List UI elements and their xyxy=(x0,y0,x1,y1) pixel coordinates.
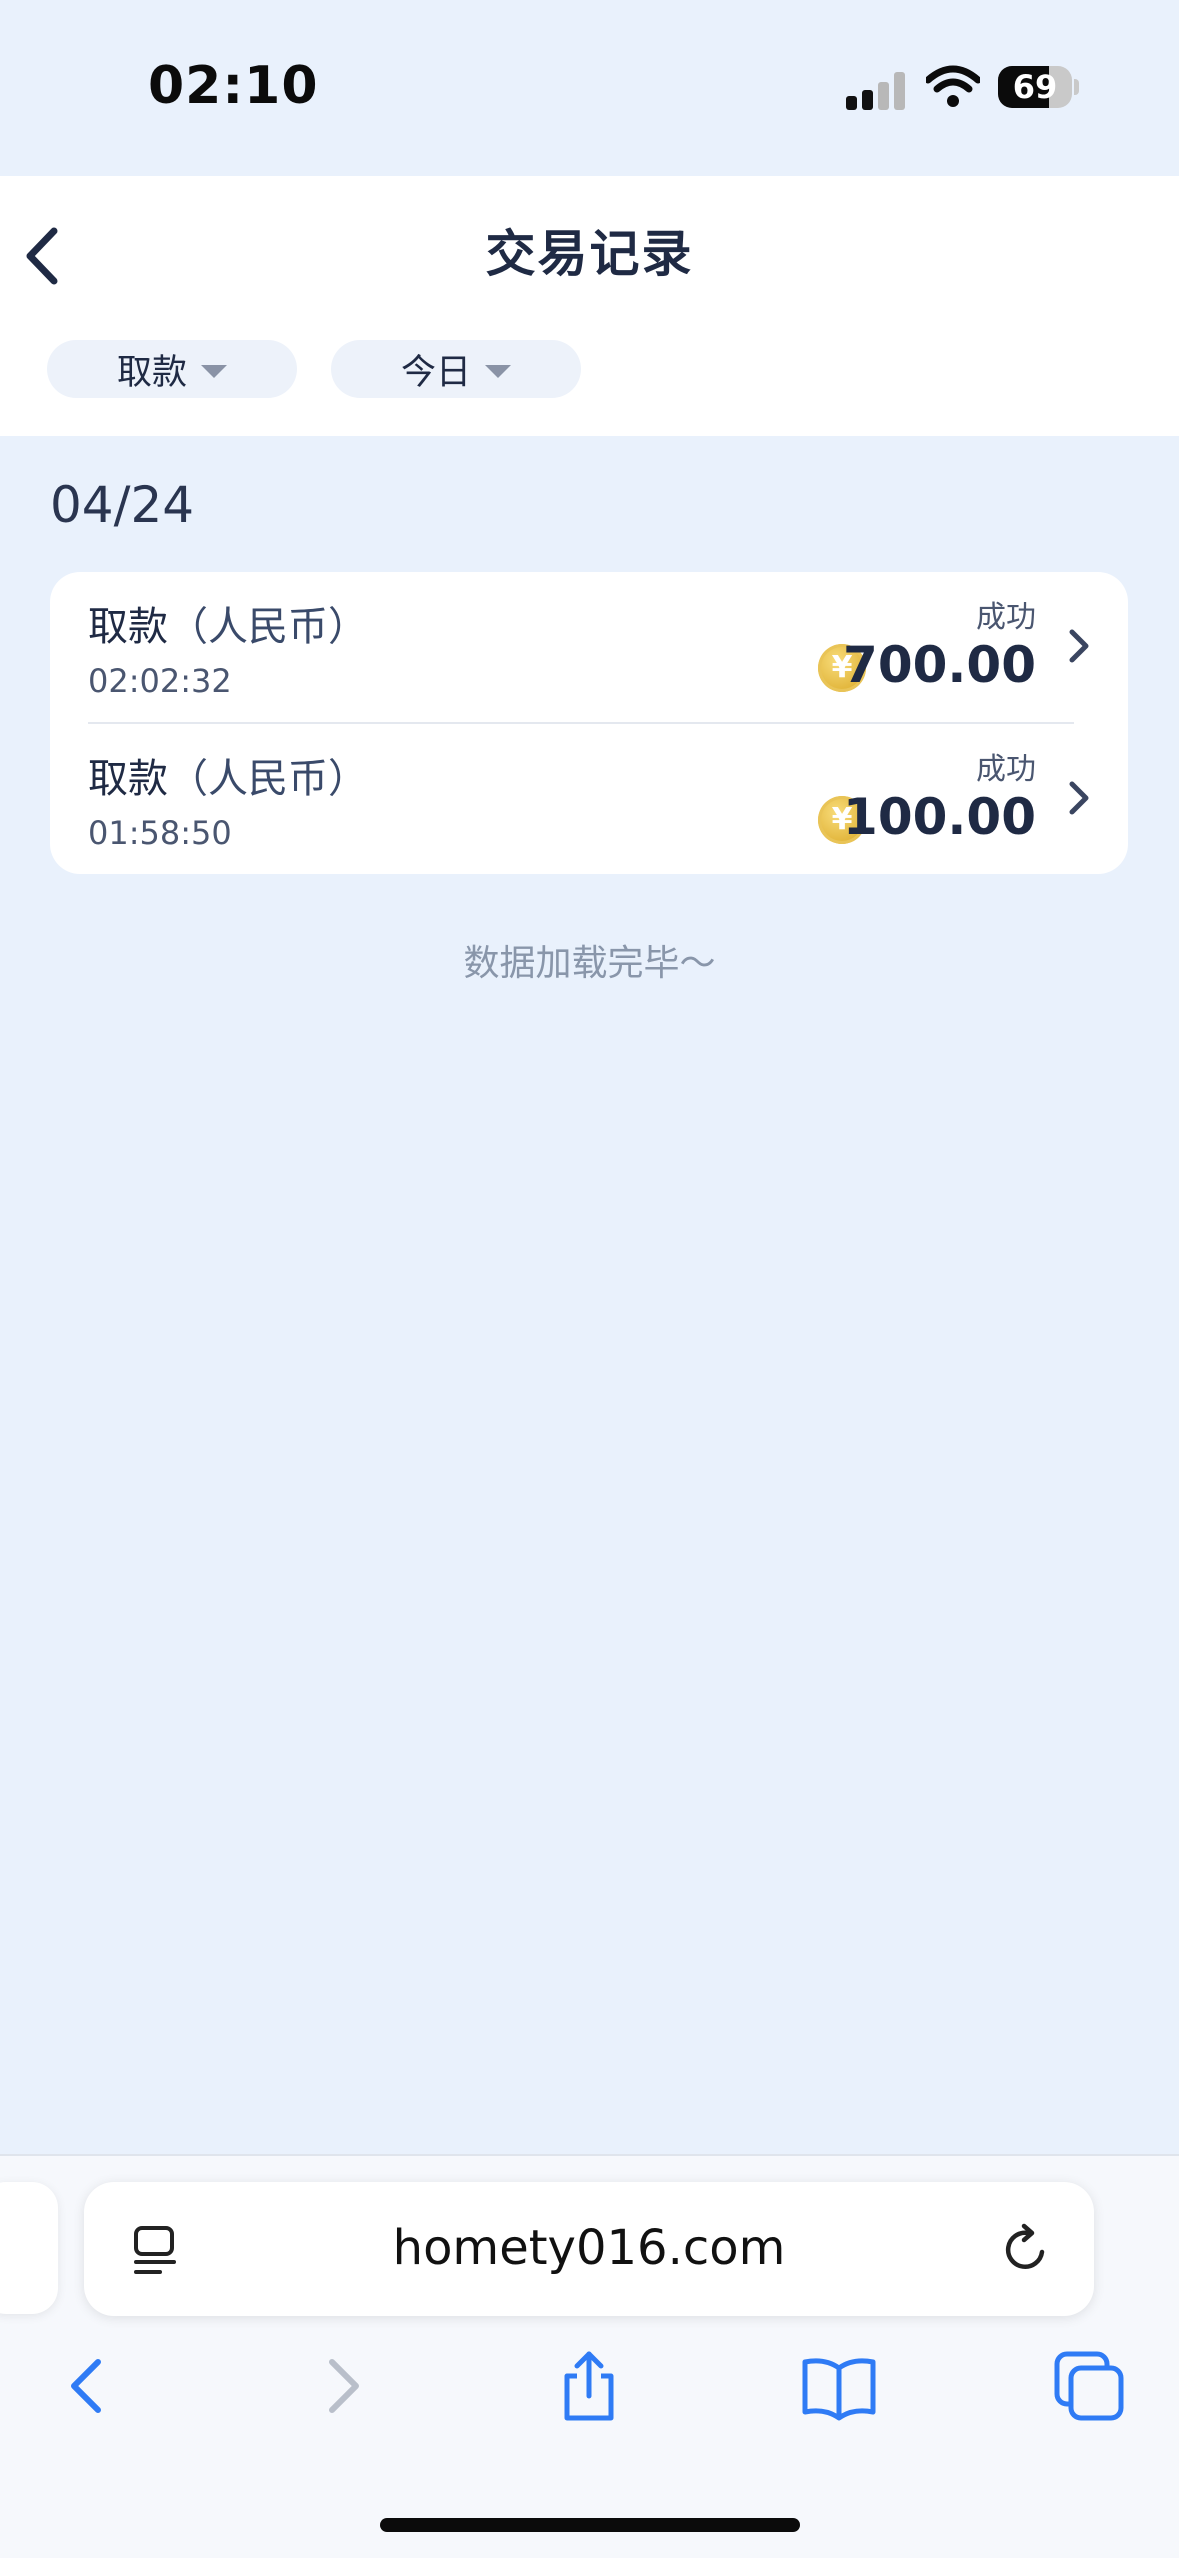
transaction-time: 02:02:32 xyxy=(88,662,232,700)
status-time: 02:10 xyxy=(148,56,319,116)
transaction-amount: 100.00 xyxy=(843,788,1036,846)
transaction-list: 取款（人民币） 02:02:32 成功 ¥ 700.00 取款（人民币） 01:… xyxy=(50,572,1128,874)
type-filter-dropdown[interactable]: 取款 xyxy=(47,340,297,398)
page-header: 交易记录 取款 今日 xyxy=(0,176,1179,436)
transaction-type: 取款 xyxy=(88,604,168,650)
share-icon[interactable] xyxy=(549,2346,629,2426)
transaction-row[interactable]: 取款（人民币） 01:58:50 成功 ¥ 100.00 xyxy=(50,724,1128,874)
caret-down-icon xyxy=(201,364,227,378)
battery-level: 69 xyxy=(1012,68,1058,106)
transaction-status: 成功 xyxy=(976,600,1036,635)
transaction-row[interactable]: 取款（人民币） 02:02:32 成功 ¥ 700.00 xyxy=(50,572,1128,724)
transaction-title: 取款（人民币） xyxy=(88,746,368,804)
type-filter-label: 取款 xyxy=(116,352,187,393)
list-end-note: 数据加载完毕～ xyxy=(463,943,716,984)
chevron-right-icon xyxy=(1069,629,1089,663)
reload-icon[interactable] xyxy=(998,2222,1054,2278)
chevron-right-icon xyxy=(1069,781,1089,815)
caret-down-icon xyxy=(485,364,511,378)
date-filter-dropdown[interactable]: 今日 xyxy=(331,340,581,398)
wifi-icon xyxy=(926,65,980,107)
transaction-amount: 700.00 xyxy=(843,636,1036,694)
transaction-currency: （人民币） xyxy=(168,756,368,802)
date-group-label: 04/24 xyxy=(50,476,195,534)
address-bar[interactable]: homety016.com xyxy=(84,2182,1094,2316)
browser-back-icon[interactable] xyxy=(48,2346,128,2426)
previous-tab-preview[interactable] xyxy=(0,2182,58,2314)
transaction-currency: （人民币） xyxy=(168,604,368,650)
browser-toolbar: homety016.com xyxy=(0,2154,1179,2558)
tabs-icon[interactable] xyxy=(1049,2346,1129,2426)
page-title: 交易记录 xyxy=(485,225,694,283)
browser-forward-icon[interactable] xyxy=(302,2346,382,2426)
status-bar: 02:10 69 xyxy=(0,0,1179,176)
cellular-signal-icon xyxy=(846,70,906,110)
transaction-time: 01:58:50 xyxy=(88,814,232,852)
url-text: homety016.com xyxy=(392,2220,786,2276)
transaction-type: 取款 xyxy=(88,756,168,802)
date-filter-label: 今日 xyxy=(400,352,471,393)
transaction-title: 取款（人民币） xyxy=(88,594,368,652)
battery-icon: 69 xyxy=(998,66,1079,110)
transaction-status: 成功 xyxy=(976,752,1036,787)
home-indicator xyxy=(380,2518,800,2532)
bookmarks-icon[interactable] xyxy=(799,2346,879,2426)
